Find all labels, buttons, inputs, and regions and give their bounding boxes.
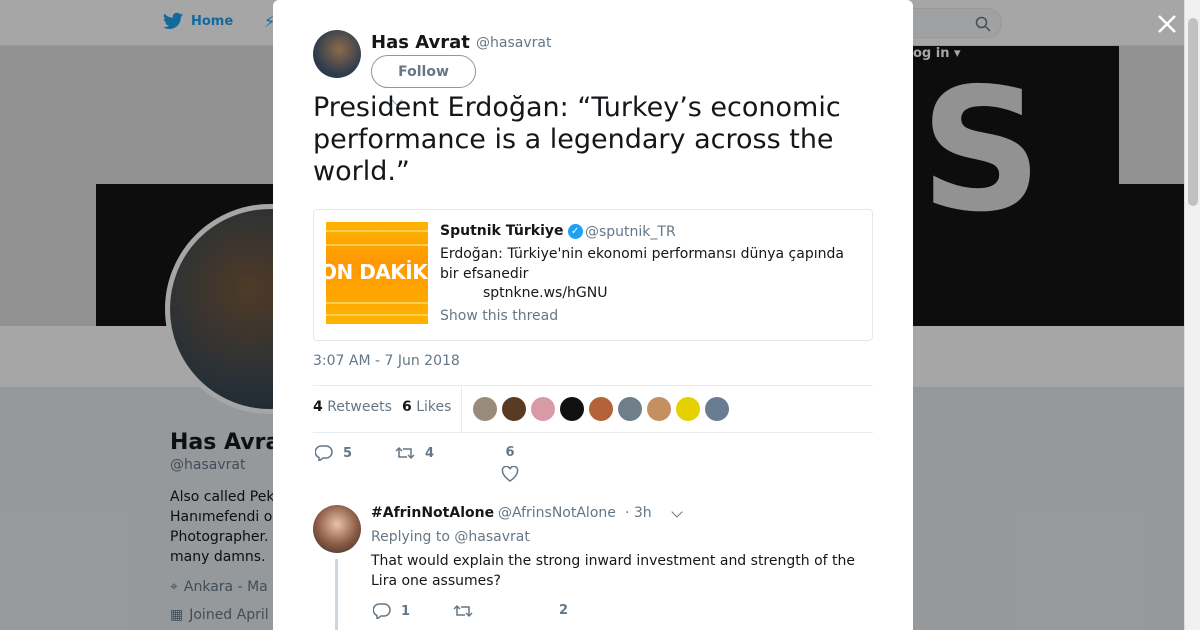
tweet-timestamp[interactable]: 3:07 AM - 7 Jun 2018	[313, 353, 460, 369]
thread-line	[335, 559, 338, 630]
like-action[interactable]: 6	[501, 445, 519, 482]
quoted-tweet-text: Erdoğan: Türkiye'nin ekonomi performansı…	[440, 246, 844, 282]
heart-icon	[501, 466, 519, 482]
replying-to-prefix: Replying to	[371, 529, 450, 545]
liker-avatar[interactable]	[618, 397, 642, 421]
quoted-tweet-image: ON DAKİK	[326, 222, 428, 324]
quoted-image-text: ON DAKİK	[326, 260, 428, 284]
retweet-icon	[453, 604, 473, 618]
retweets-stat[interactable]: 4 Retweets	[313, 399, 392, 415]
liker-avatar[interactable]	[676, 397, 700, 421]
reply-like-action[interactable]: 2	[559, 603, 568, 618]
reply-author-avatar[interactable]	[313, 505, 361, 553]
quoted-tweet-link[interactable]: sptnkne.ws/hGNU	[483, 285, 608, 301]
quoted-author-name-text: Sputnik Türkiye	[440, 223, 564, 239]
author-avatar[interactable]	[313, 30, 361, 78]
author-handle[interactable]: @hasavrat	[476, 35, 551, 51]
reply-icon	[373, 603, 391, 619]
likes-stat[interactable]: 6 Likes	[402, 399, 451, 415]
reply-reply-action[interactable]: 1	[373, 603, 410, 619]
liker-avatar[interactable]	[589, 397, 613, 421]
retweet-icon	[395, 446, 415, 460]
liker-avatar[interactable]	[560, 397, 584, 421]
reply-like-count: 2	[559, 603, 569, 618]
follow-button[interactable]: Follow	[371, 55, 476, 88]
liker-avatar[interactable]	[473, 397, 497, 421]
reply-reply-count: 1	[401, 603, 411, 619]
liker-avatar[interactable]	[647, 397, 671, 421]
reply-retweet-action[interactable]	[453, 603, 483, 619]
liker-avatar[interactable]	[502, 397, 526, 421]
tweet-stats: 4 Retweets 6 Likes	[313, 385, 873, 433]
likes-count: 6	[402, 399, 412, 415]
replying-to: Replying to @hasavrat	[371, 529, 530, 545]
reply-action[interactable]: 5	[315, 445, 352, 461]
quoted-tweet[interactable]: ON DAKİK Sputnik Türkiye ✓ @sputnik_TR E…	[313, 209, 873, 341]
reply-timestamp[interactable]: · 3h	[625, 505, 652, 521]
quoted-author-handle[interactable]: @sputnik_TR	[585, 224, 676, 240]
scrollbar-thumb[interactable]	[1188, 18, 1198, 206]
tweet-text: President Erdoğan: “Turkey’s economic pe…	[313, 92, 841, 187]
retweet-action[interactable]: 4	[395, 445, 434, 461]
chevron-down-icon[interactable]	[671, 506, 683, 518]
retweets-count: 4	[313, 399, 323, 415]
quoted-author-name[interactable]: Sputnik Türkiye ✓	[440, 223, 583, 239]
show-thread-link[interactable]: Show this thread	[440, 308, 558, 324]
close-icon[interactable]	[1155, 12, 1179, 36]
reply-icon	[315, 445, 333, 461]
reply-tweet[interactable]: #AfrinNotAlone @AfrinsNotAlone · 3h Repl…	[313, 505, 873, 630]
reply-author-handle[interactable]: @AfrinsNotAlone	[498, 505, 616, 521]
author-name[interactable]: Has Avrat	[371, 32, 470, 53]
tweet-modal: Has Avrat @hasavrat Follow President Erd…	[273, 0, 913, 630]
tweet-actions: 5 4 6	[313, 443, 873, 493]
reply-text: That would explain the strong inward inv…	[371, 553, 855, 589]
replying-to-handle[interactable]: @hasavrat	[454, 529, 529, 545]
stats-divider	[461, 386, 462, 432]
scrollbar[interactable]	[1184, 0, 1200, 630]
reply-actions: 1 2	[371, 603, 771, 623]
reply-author-name[interactable]: #AfrinNotAlone	[371, 505, 494, 521]
retweet-count: 4	[425, 445, 435, 461]
verified-badge-icon: ✓	[567, 223, 583, 239]
retweets-label: Retweets	[327, 399, 392, 415]
liker-avatar[interactable]	[531, 397, 555, 421]
like-count: 6	[505, 445, 515, 460]
reply-count: 5	[343, 445, 353, 461]
liker-avatar[interactable]	[705, 397, 729, 421]
likes-label: Likes	[416, 399, 452, 415]
